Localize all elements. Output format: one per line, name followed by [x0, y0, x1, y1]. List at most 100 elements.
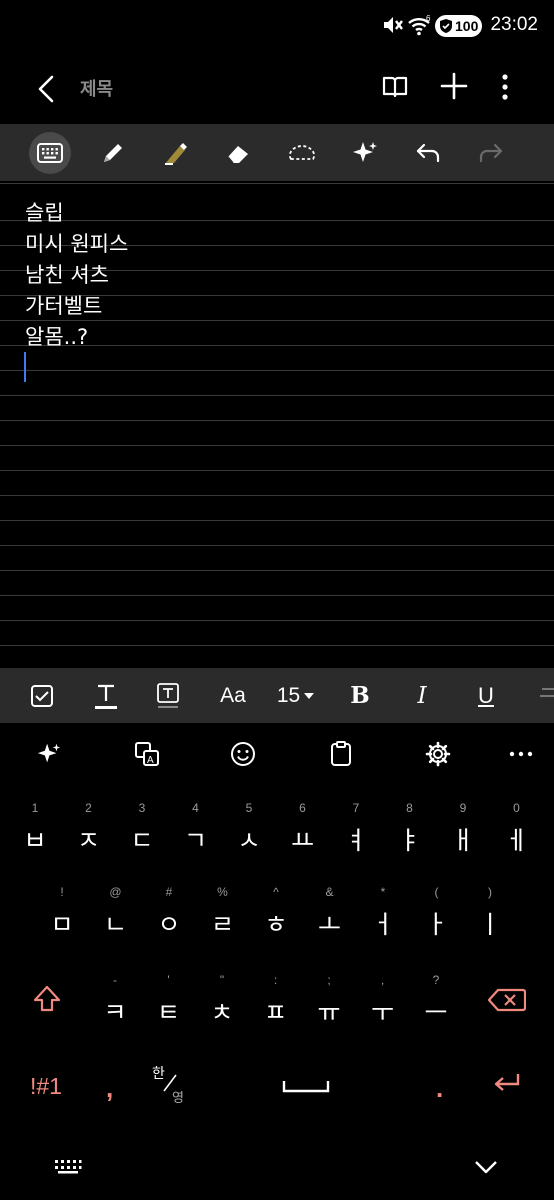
highlighter-icon [165, 143, 187, 165]
emoji-button[interactable] [228, 739, 258, 769]
clipboard-button[interactable] [326, 739, 356, 769]
strikethrough-icon [540, 687, 554, 697]
key-label: ㅏ [424, 910, 448, 939]
keyboard-mode-button[interactable] [29, 132, 71, 174]
key-label: ㅓ [371, 910, 395, 939]
undo-button[interactable] [407, 132, 449, 174]
shift-key[interactable] [22, 985, 74, 1055]
key-row1-5[interactable]: 6ㅛ [277, 801, 329, 871]
add-icon[interactable] [438, 70, 470, 102]
symbols-key[interactable]: !#1 [30, 1073, 62, 1100]
key-hint: * [380, 885, 386, 899]
key-row1-1[interactable]: 2ㅈ [63, 801, 115, 871]
key-row2-7[interactable]: (ㅏ [411, 885, 463, 955]
key-hint: 5 [245, 801, 253, 815]
hide-keyboard-button[interactable] [474, 1159, 498, 1179]
mute-icon [384, 17, 403, 33]
key-row1-9[interactable]: 0ㅔ [491, 801, 543, 871]
redo-icon [479, 143, 503, 163]
highlighter-tool[interactable] [155, 132, 197, 174]
translate-button[interactable]: A [132, 739, 162, 769]
key-hint: 7 [352, 801, 360, 815]
redo-button[interactable] [470, 132, 512, 174]
note-canvas[interactable]: 슬립 미시 원피스 남친 셔츠 가터벨트 알몸..? [0, 181, 554, 668]
ai-assist-tool[interactable] [344, 132, 386, 174]
drawing-toolbar [0, 124, 554, 181]
back-icon[interactable] [30, 72, 64, 106]
font-size-value: 15 [276, 683, 301, 707]
more-horizontal-icon [509, 751, 533, 757]
book-view-icon[interactable] [380, 72, 410, 102]
enter-key[interactable] [492, 1071, 524, 1099]
key-hint: - [113, 973, 117, 987]
key-hint: 4 [192, 801, 199, 815]
text-highlight-button[interactable] [150, 668, 186, 723]
key-label: ㅁ [50, 910, 74, 939]
key-hint: ' [167, 973, 170, 987]
battery-indicator: 100 [435, 15, 482, 37]
keyboard-ai-button[interactable] [34, 739, 64, 769]
key-row3-6[interactable]: ? ㅡ [410, 973, 462, 1043]
font-size-dropdown[interactable]: 15 [272, 668, 320, 723]
backspace-key[interactable] [482, 985, 534, 1055]
key-row3-2[interactable]: " ㅊ [196, 973, 248, 1043]
key-label: ㄷ [130, 826, 154, 855]
keyboard-settings-button[interactable] [423, 739, 453, 769]
more-options-icon[interactable] [495, 72, 515, 102]
lang-english-label: 영 [172, 1091, 184, 1106]
key-row3-4[interactable]: ; ㅠ [303, 973, 355, 1043]
key-hint: 9 [459, 801, 467, 815]
underline-button[interactable]: U [468, 668, 504, 723]
italic-button[interactable]: I [404, 668, 440, 723]
text-highlight-icon [157, 682, 179, 708]
pen-tool[interactable] [92, 132, 134, 174]
text-color-button[interactable] [88, 668, 124, 723]
key-row2-3[interactable]: % ㄹ [197, 885, 249, 955]
key-row1-0[interactable]: 1ㅂ [9, 801, 61, 871]
key-label: ㄹ [210, 910, 234, 939]
eraser-icon [227, 146, 248, 164]
key-row2-0[interactable]: ! ㅁ [36, 885, 88, 955]
period-key[interactable]: . [436, 1073, 443, 1104]
key-row1-4[interactable]: 5ㅅ [223, 801, 275, 871]
comma-key[interactable]: , [106, 1073, 113, 1104]
key-row2-8[interactable]: ) ㅣ [464, 885, 516, 955]
eraser-tool[interactable] [218, 132, 260, 174]
key-row1-6[interactable]: 7ㅕ [330, 801, 382, 871]
note-line[interactable]: 슬립 [25, 197, 64, 227]
note-line[interactable]: 가터벨트 [25, 290, 102, 320]
bold-button[interactable]: B [342, 668, 378, 723]
lasso-tool[interactable] [281, 132, 323, 174]
keyboard-more-button[interactable] [506, 739, 536, 769]
note-line[interactable]: 미시 원피스 [25, 228, 128, 258]
key-row3-5[interactable]: ,ㅜ [357, 973, 409, 1043]
key-row1-2[interactable]: 3ㄷ [116, 801, 168, 871]
key-row2-1[interactable]: @ ㄴ [90, 885, 142, 955]
key-row3-0[interactable]: -ㅋ [89, 973, 141, 1043]
key-row3-1[interactable]: ' ㅌ [143, 973, 195, 1043]
note-line[interactable]: 알몸..? [25, 321, 88, 351]
key-label: ㄴ [103, 910, 127, 939]
note-title[interactable]: 제목 [80, 75, 113, 101]
key-row2-5[interactable]: & ㅗ [304, 885, 356, 955]
key-label: ㅌ [156, 998, 180, 1027]
language-switch-key[interactable]: 한 영 [150, 1063, 192, 1107]
key-row1-3[interactable]: 4ㄱ [170, 801, 222, 871]
key-row2-4[interactable]: ^ ㅎ [250, 885, 302, 955]
checkbox-format-button[interactable] [24, 668, 60, 723]
font-style-button[interactable]: Aa [212, 668, 254, 723]
gear-icon [425, 741, 451, 767]
keyboard-toolbar: A [0, 723, 554, 783]
strikethrough-button[interactable] [536, 668, 554, 723]
hide-keyboard-grid-button[interactable] [54, 1159, 82, 1179]
key-hint: , [380, 973, 385, 987]
key-row3-3[interactable]: :ㅍ [250, 973, 302, 1043]
key-row2-2[interactable]: # ㅇ [143, 885, 195, 955]
key-row1-8[interactable]: 9ㅐ [437, 801, 489, 871]
key-row1-7[interactable]: 8ㅑ [384, 801, 436, 871]
note-line[interactable]: 남친 셔츠 [25, 259, 109, 289]
key-row2-6[interactable]: * ㅓ [357, 885, 409, 955]
space-key[interactable] [250, 1068, 360, 1108]
key-hint: 1 [31, 801, 39, 815]
shield-icon [440, 19, 452, 33]
